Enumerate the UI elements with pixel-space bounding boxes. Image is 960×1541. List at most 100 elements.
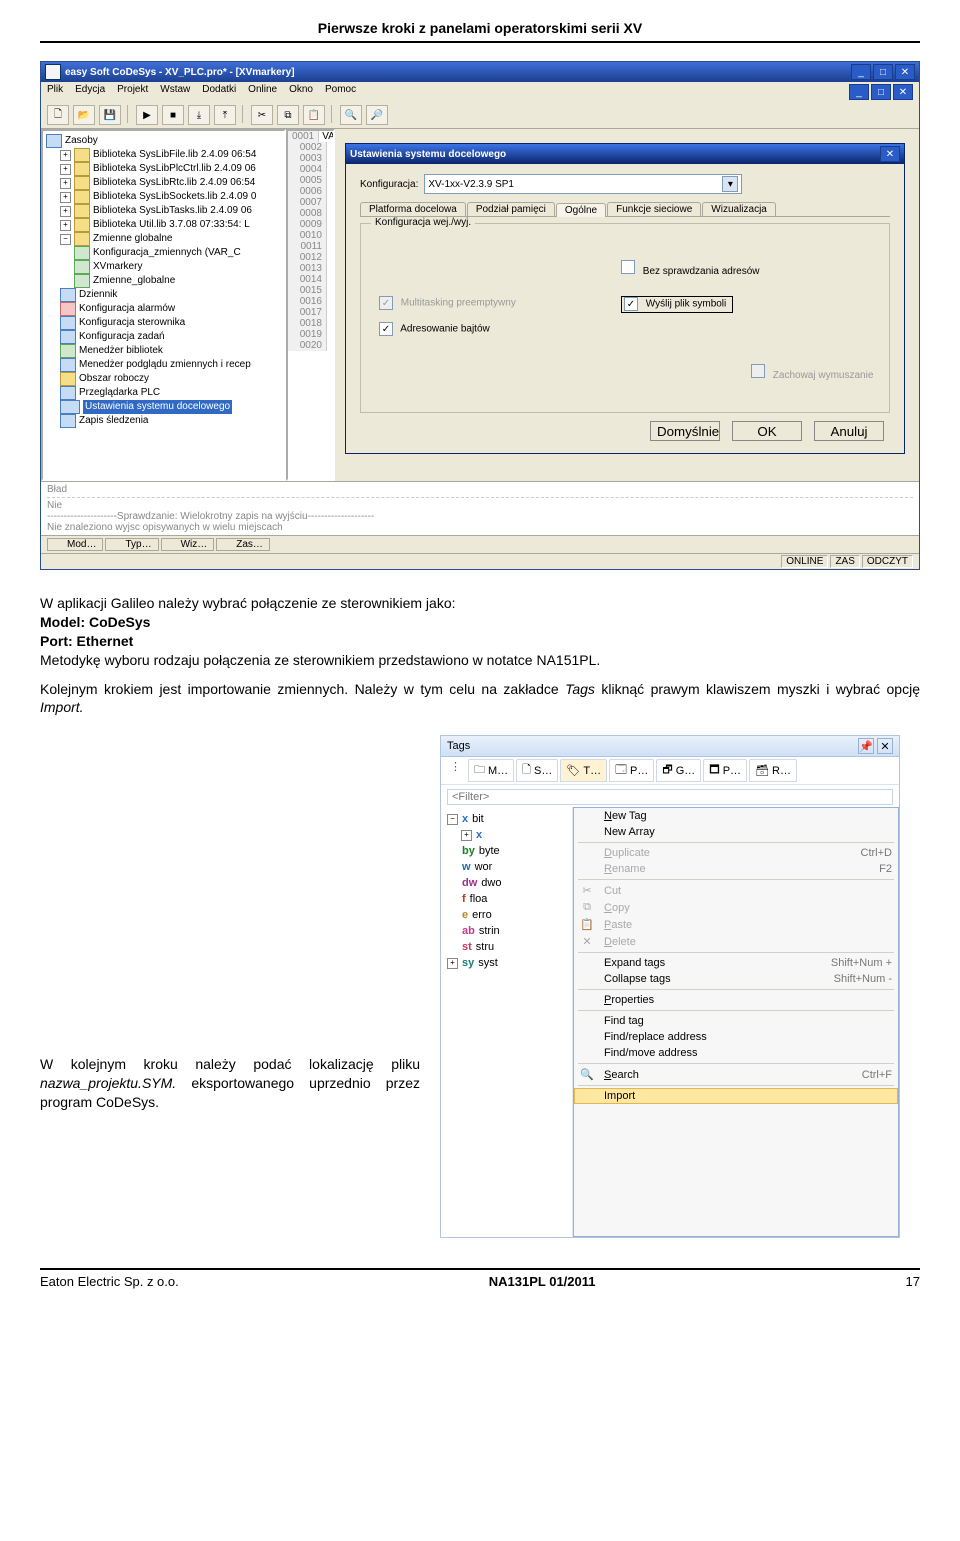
byte-addressing-checkbox[interactable]: ✓ [379, 322, 393, 336]
maximize-button[interactable]: □ [873, 64, 893, 80]
footer-doc-id: NA131PL 01/2011 [489, 1274, 596, 1289]
filter-input[interactable]: <Filter> [447, 789, 893, 805]
menu-insert[interactable]: Wstaw [160, 84, 190, 100]
status-zas: ZAS [830, 555, 859, 568]
tool-open-icon[interactable]: 📂 [73, 105, 95, 125]
menu-item-find-replace-address[interactable]: Find/replace address [574, 1029, 898, 1045]
config-label: Konfiguracja: [360, 179, 418, 190]
menu-item-icon: 📋 [578, 918, 596, 931]
app-titlebar: easy Soft CoDeSys - XV_PLC.pro* - [XVmar… [41, 62, 919, 82]
tab-nav-left-icon[interactable]: ⋮ [445, 759, 466, 782]
tool-paste-icon[interactable]: 📋 [303, 105, 325, 125]
no-addr-check-checkbox[interactable] [621, 260, 635, 274]
menu-item-icon: 🔍 [578, 1068, 596, 1081]
menu-project[interactable]: Projekt [117, 84, 148, 100]
ptab-s[interactable]: 🗋 S… [516, 759, 558, 782]
menu-item-cut: ✂Cut [574, 882, 898, 899]
close-button[interactable]: ✕ [895, 64, 915, 80]
context-menu: New TagNew Array DuplicateCtrl+DRenameF2 ✂… [573, 807, 899, 1237]
resources-icon [46, 134, 62, 148]
menu-item-icon: ✕ [578, 935, 596, 948]
close-icon[interactable]: ✕ [877, 738, 893, 754]
status-messages: Bład Nie ---------------------Sprawdzani… [41, 481, 919, 535]
tab-platform[interactable]: Platforma docelowa [360, 202, 466, 216]
page-header: Pierwsze kroki z panelami operatorskimi … [40, 20, 920, 43]
menu-item-properties[interactable]: Properties [574, 992, 898, 1008]
menu-item-rename: RenameF2 [574, 861, 898, 877]
statusbar: ONLINE ZAS ODCZYT [41, 553, 919, 569]
menu-help[interactable]: Pomoc [325, 84, 356, 100]
menu-item-duplicate: DuplicateCtrl+D [574, 845, 898, 861]
menu-window[interactable]: Okno [289, 84, 313, 100]
config-dropdown[interactable]: XV-1xx-V2.3.9 SP1 ▾ [424, 174, 742, 194]
menu-item-icon: ⧉ [578, 901, 596, 914]
menu-item-find-move-address[interactable]: Find/move address [574, 1045, 898, 1061]
app-icon [45, 64, 61, 80]
menu-item-new-array[interactable]: New Array [574, 824, 898, 840]
menu-edit[interactable]: Edycja [75, 84, 105, 100]
ok-button[interactable]: OK [732, 421, 802, 441]
tab-res[interactable]: Zas… [216, 538, 270, 551]
tab-visu[interactable]: Wizualizacja [702, 202, 776, 216]
mdi-max-icon[interactable]: □ [871, 84, 891, 100]
ptab-t[interactable]: 🏷 T… [560, 759, 607, 782]
tags-panel-tabs: ⋮ 🗀 M… 🗋 S… 🏷 T… 🗔 P… 🗗 G… 🗖 P… 🗃 R… [441, 757, 899, 785]
menu-online[interactable]: Online [248, 84, 277, 100]
tool-findnext-icon[interactable]: 🔎 [366, 105, 388, 125]
dialog-close-icon[interactable]: ✕ [880, 146, 900, 162]
menu-item-new-tag[interactable]: New Tag [574, 808, 898, 824]
tool-find-icon[interactable]: 🔍 [340, 105, 362, 125]
tool-step-icon[interactable]: ⤓ [188, 105, 210, 125]
resource-tree[interactable]: Zasoby +Biblioteka SysLibFile.lib 2.4.09… [41, 129, 286, 481]
tool-step2-icon[interactable]: ⤒ [214, 105, 236, 125]
app-title: easy Soft CoDeSys - XV_PLC.pro* - [XVmar… [65, 67, 295, 78]
tags-panel-screenshot: Tags 📌 ✕ ⋮ 🗀 M… 🗋 S… 🏷 T… 🗔 P… 🗗 G… 🗖 P…… [440, 735, 900, 1238]
menu-item-paste: 📋Paste [574, 916, 898, 933]
pin-icon[interactable]: 📌 [858, 738, 874, 754]
target-settings-dialog: Ustawienia systemu docelowego ✕ Konfigur… [345, 143, 905, 454]
menu-item-collapse-tags[interactable]: Collapse tagsShift+Num - [574, 971, 898, 987]
mdi-min-icon[interactable]: _ [849, 84, 869, 100]
tool-copy-icon[interactable]: ⧉ [277, 105, 299, 125]
page-footer: Eaton Electric Sp. z o.o. NA131PL 01/201… [40, 1268, 920, 1289]
tool-save-icon[interactable]: 💾 [99, 105, 121, 125]
menu-item-search[interactable]: 🔍SearchCtrl+F [574, 1066, 898, 1083]
footer-page-num: 17 [906, 1274, 920, 1289]
send-symbols-checkbox[interactable]: ✓ [624, 297, 638, 311]
menu-extras[interactable]: Dodatki [202, 84, 236, 100]
tab-visu[interactable]: Wiz… [161, 538, 215, 551]
menu-item-icon: ✂ [578, 884, 596, 897]
tool-new-icon[interactable]: 🗋 [47, 105, 69, 125]
bottom-tabstrip: Mod… Typ… Wiz… Zas… [41, 535, 919, 553]
tab-network[interactable]: Funkcje sieciowe [607, 202, 701, 216]
menu-item-import[interactable]: Import [574, 1088, 898, 1104]
menu-item-expand-tags[interactable]: Expand tagsShift+Num + [574, 955, 898, 971]
tab-types[interactable]: Typ… [105, 538, 158, 551]
status-online: ONLINE [781, 555, 828, 568]
ptab-r[interactable]: 🗃 R… [749, 759, 797, 782]
ptab-g[interactable]: 🗗 G… [656, 759, 701, 782]
minimize-button[interactable]: _ [851, 64, 871, 80]
default-button[interactable]: Domyślnie [650, 421, 720, 441]
status-read: ODCZYT [862, 555, 913, 568]
cancel-button[interactable]: Anuluj [814, 421, 884, 441]
mdi-close-icon[interactable]: ✕ [893, 84, 913, 100]
tab-general[interactable]: Ogólne [556, 203, 606, 217]
menu-item-delete: ✕Delete [574, 933, 898, 950]
tool-stop-icon[interactable]: ■ [162, 105, 184, 125]
tab-modules[interactable]: Mod… [47, 538, 103, 551]
menu-item-find-tag[interactable]: Find tag [574, 1013, 898, 1029]
ptab-p1[interactable]: 🗔 P… [609, 759, 654, 782]
code-editor[interactable]: 0001VAR_GLOBAL 0002 0003 0004 0005 0006 … [286, 129, 335, 481]
tree-target-settings[interactable]: Ustawienia systemu docelowego [46, 400, 281, 414]
tags-tree[interactable]: −xbit +x bybyte wwor dwdwo ffloa eerro a… [441, 807, 573, 1237]
ptab-p2[interactable]: 🗖 P… [703, 759, 747, 782]
io-config-groupbox: Konfiguracja wej./wyj. Bez sprawdzania a… [360, 223, 890, 413]
tool-run-icon[interactable]: ▶ [136, 105, 158, 125]
menubar: Plik Edycja Projekt Wstaw Dodatki Online… [41, 82, 919, 102]
ptab-m[interactable]: 🗀 M… [468, 759, 514, 782]
tool-cut-icon[interactable]: ✂ [251, 105, 273, 125]
menu-file[interactable]: Plik [47, 84, 63, 100]
tab-memory[interactable]: Podział pamięci [467, 202, 555, 216]
article-text-2: W kolejnym kroku należy podać lokalizacj… [40, 1045, 420, 1220]
